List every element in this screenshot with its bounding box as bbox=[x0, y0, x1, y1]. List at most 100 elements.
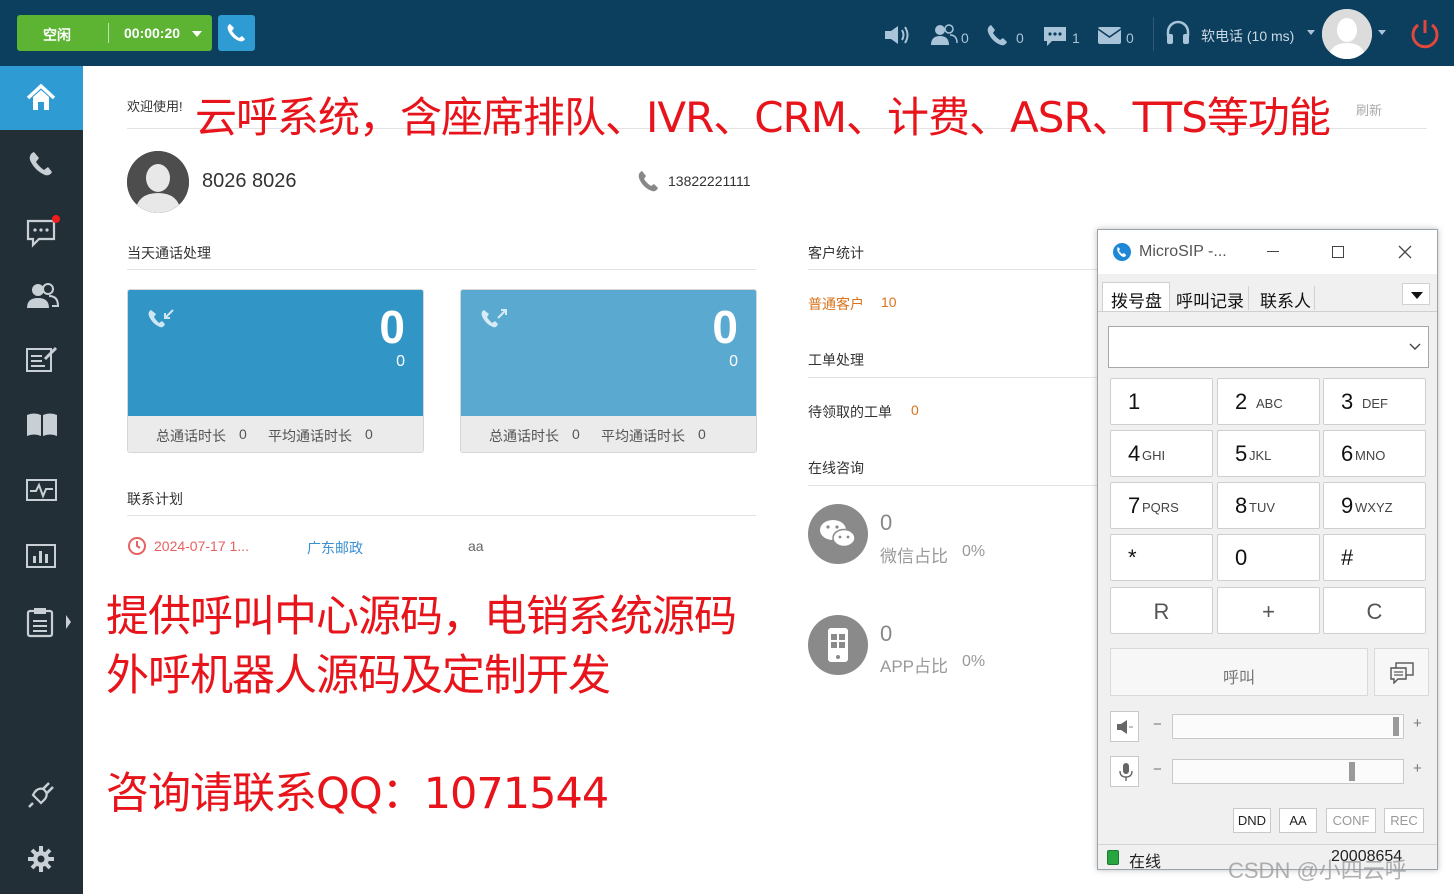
conference-button[interactable]: CONF bbox=[1326, 808, 1376, 833]
key-digit: 2 bbox=[1235, 389, 1248, 414]
tabs-menu-button[interactable] bbox=[1402, 283, 1430, 305]
sidebar-item-customers[interactable] bbox=[0, 263, 83, 327]
sidebar-item-messages[interactable] bbox=[0, 198, 83, 262]
call-stat-card: 0 0 总通话时长 0 平均通话时长 0 bbox=[460, 289, 757, 453]
online-status-icon bbox=[1107, 850, 1119, 865]
dnd-button[interactable]: DND bbox=[1233, 808, 1271, 833]
slider-thumb[interactable] bbox=[1349, 762, 1355, 781]
divider bbox=[127, 269, 756, 270]
sidebar-item-reports[interactable] bbox=[0, 524, 83, 588]
key-letters: ABC bbox=[1256, 396, 1283, 411]
status-label: 空闲 bbox=[43, 27, 71, 43]
plan-company[interactable]: 广东邮政 bbox=[307, 538, 363, 558]
divider bbox=[1098, 311, 1437, 312]
key-digit: 0 bbox=[1235, 545, 1248, 570]
sidebar-item-calls[interactable] bbox=[0, 132, 83, 196]
clear-button[interactable]: C bbox=[1323, 587, 1426, 634]
chevron-down-icon bbox=[1411, 292, 1423, 299]
headset-icon[interactable] bbox=[1165, 20, 1191, 48]
key-8[interactable]: 8 TUV bbox=[1217, 482, 1320, 529]
record-button[interactable]: REC bbox=[1384, 808, 1424, 833]
chevron-down-icon[interactable] bbox=[192, 31, 202, 37]
key-hash[interactable]: # bbox=[1323, 534, 1426, 581]
agents-icon[interactable] bbox=[929, 23, 959, 47]
agent-phone: 13822221111 bbox=[668, 173, 751, 189]
sidebar-item-knowledge[interactable] bbox=[0, 393, 83, 457]
power-icon[interactable] bbox=[1408, 17, 1442, 51]
call-button[interactable]: 呼叫 bbox=[1110, 648, 1368, 696]
minimize-icon[interactable] bbox=[1267, 251, 1279, 252]
chevron-down-icon[interactable] bbox=[1409, 342, 1421, 352]
sidebar-item-monitor[interactable] bbox=[0, 459, 83, 523]
message-button[interactable] bbox=[1374, 648, 1429, 696]
key-1[interactable]: 1 bbox=[1110, 378, 1213, 425]
tab-call-history[interactable]: 呼叫记录 bbox=[1176, 287, 1244, 312]
sidebar-item-tasks[interactable] bbox=[0, 589, 83, 653]
avatar[interactable] bbox=[1322, 9, 1372, 59]
wechat-pct: 0% bbox=[962, 543, 986, 560]
sidebar-item-tickets[interactable] bbox=[0, 328, 83, 392]
mic-up[interactable]: + bbox=[1413, 760, 1422, 777]
chevron-down-icon[interactable] bbox=[1307, 30, 1315, 35]
key-digit: 8 bbox=[1235, 493, 1248, 518]
redial-button[interactable]: R bbox=[1110, 587, 1213, 634]
calls-icon[interactable] bbox=[986, 24, 1010, 46]
total-duration-value: 0 bbox=[572, 426, 580, 442]
key-label: + bbox=[1262, 599, 1275, 624]
window-titlebar[interactable]: MicroSIP -... bbox=[1098, 230, 1437, 274]
sidebar-item-home[interactable] bbox=[0, 66, 83, 130]
plus-button[interactable]: + bbox=[1217, 587, 1320, 634]
ticket-label[interactable]: 待领取的工单 bbox=[808, 402, 892, 422]
volume-up[interactable]: + bbox=[1413, 715, 1422, 732]
key-4[interactable]: 4 GHI bbox=[1110, 430, 1213, 477]
promo-headline: 云呼系统，含座席排队、IVR、CRM、计费、ASR、TTS等功能 bbox=[195, 93, 1331, 142]
top-bar: 空闲 00:00:20 0 0 1 0 软电话 (10 ms) bbox=[0, 0, 1454, 66]
key-5[interactable]: 5 JKL bbox=[1217, 430, 1320, 477]
sidebar-item-plugins[interactable] bbox=[0, 764, 83, 828]
avg-duration-value: 0 bbox=[365, 426, 373, 442]
tab-contacts[interactable]: 联系人 bbox=[1260, 287, 1311, 312]
key-0[interactable]: 0 bbox=[1217, 534, 1320, 581]
chat-icon[interactable] bbox=[1042, 25, 1068, 47]
speaker-volume-slider[interactable] bbox=[1172, 714, 1404, 739]
maximize-icon[interactable] bbox=[1332, 246, 1344, 258]
dial-number-input[interactable] bbox=[1108, 326, 1429, 368]
volume-icon[interactable] bbox=[883, 24, 913, 46]
dial-button[interactable] bbox=[218, 15, 255, 51]
speaker-mute-button[interactable] bbox=[1110, 711, 1139, 742]
key-letters: PQRS bbox=[1142, 500, 1179, 515]
key-3[interactable]: 3 DEF bbox=[1323, 378, 1426, 425]
customer-type-label[interactable]: 普通客户 bbox=[808, 294, 864, 314]
key-star[interactable]: * bbox=[1110, 534, 1213, 581]
tab-dialpad[interactable]: 拨号盘 bbox=[1102, 282, 1170, 311]
section-title: 客户统计 bbox=[808, 245, 864, 261]
refresh-button[interactable]: 刷新 bbox=[1356, 100, 1382, 119]
mic-mute-button[interactable] bbox=[1110, 756, 1139, 787]
key-6[interactable]: 6 MNO bbox=[1323, 430, 1426, 477]
sidebar-item-settings[interactable] bbox=[0, 827, 83, 891]
auto-answer-button[interactable]: AA bbox=[1279, 808, 1317, 833]
volume-down[interactable]: − bbox=[1153, 716, 1162, 733]
slider-thumb[interactable] bbox=[1393, 717, 1399, 736]
key-7[interactable]: 7 PQRS bbox=[1110, 482, 1213, 529]
total-duration-label: 总通话时长 bbox=[489, 428, 559, 444]
sidebar bbox=[0, 66, 83, 894]
home-icon bbox=[26, 83, 56, 110]
promo-contact: 咨询请联系QQ：1071544 bbox=[106, 769, 609, 819]
mail-icon[interactable] bbox=[1097, 26, 1122, 45]
key-9[interactable]: 9 WXYZ bbox=[1323, 482, 1426, 529]
agent-status-button[interactable]: 空闲 00:00:20 bbox=[17, 15, 212, 51]
agent-name: 8026 8026 bbox=[202, 170, 297, 192]
online-status[interactable]: 在线 bbox=[1129, 848, 1161, 872]
key-digit: 5 bbox=[1235, 441, 1248, 466]
outgoing-call-icon bbox=[481, 309, 507, 328]
softphone-status[interactable]: 软电话 (10 ms) bbox=[1201, 26, 1294, 46]
mic-down[interactable]: − bbox=[1153, 761, 1162, 778]
close-icon[interactable] bbox=[1398, 245, 1412, 259]
mic-volume-slider[interactable] bbox=[1172, 759, 1404, 784]
phone-icon bbox=[29, 152, 52, 176]
list-item[interactable]: 2024-07-17 1... 广东邮政 aa bbox=[127, 535, 756, 559]
microsip-logo-icon bbox=[1113, 243, 1131, 261]
key-2[interactable]: 2 ABC bbox=[1217, 378, 1320, 425]
chevron-down-icon[interactable] bbox=[1378, 30, 1386, 35]
